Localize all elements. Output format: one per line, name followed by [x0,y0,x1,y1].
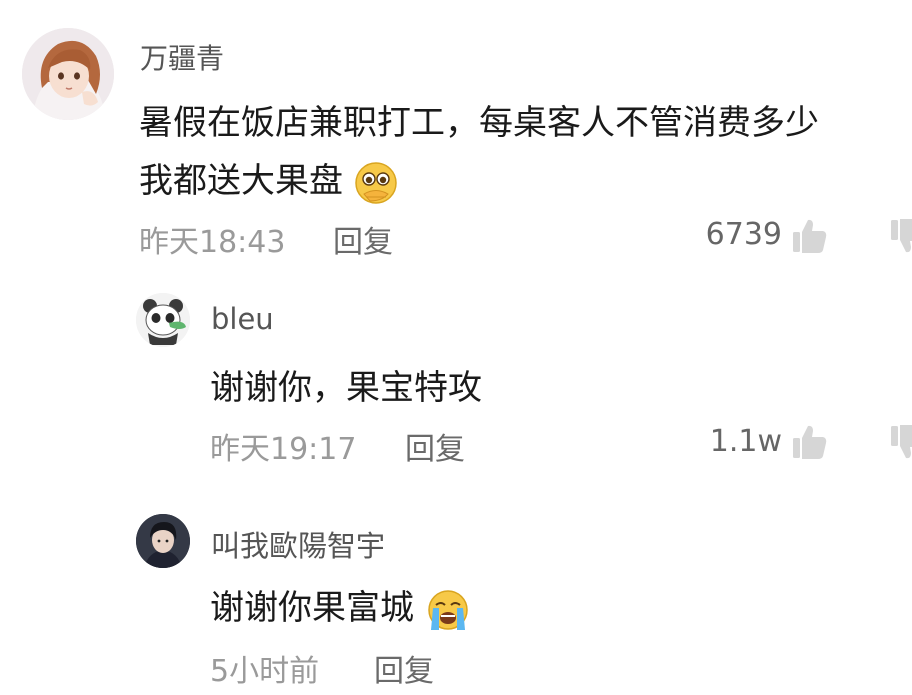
avatar[interactable] [136,514,190,568]
username[interactable]: 叫我歐陽智宇 [211,523,385,565]
comment-text: 谢谢你果富城 [210,588,414,628]
timestamp: 5小时前 [210,654,320,689]
reply-button[interactable]: 回复 [333,217,393,261]
timestamp: 昨天18:43 [139,225,286,260]
thumbs-down-icon[interactable] [888,216,912,256]
comment-text: 谢谢你，果宝特攻 [210,368,482,408]
thumbs-down-icon[interactable] [888,422,912,462]
loudly-crying-face-icon [428,589,468,630]
timestamp: 昨天19:17 [210,432,357,467]
like-count: 6739 [705,217,782,252]
thumbs-up-icon[interactable] [790,422,830,462]
reply-button[interactable]: 回复 [374,646,434,690]
character-avatar-icon [136,514,190,568]
comment-text-line-1: 暑假在饭店兼职打工，每桌客人不管消费多少 [139,103,819,143]
reply-button[interactable]: 回复 [405,424,465,468]
username[interactable]: 万疆青 [140,37,224,77]
like-count: 1.1w [709,424,782,459]
username[interactable]: bleu [211,302,274,336]
avatar[interactable] [136,293,190,347]
thumbs-up-icon[interactable] [790,216,830,256]
avatar[interactable] [22,28,114,120]
comment-text: 我都送大果盘 [139,161,343,201]
anime-avatar-icon [22,28,114,120]
pleading-face-icon [355,161,397,204]
panda-avatar-icon [136,293,190,347]
comment-text-line-2: 我都送大果盘 [139,153,398,205]
comment-text-row: 谢谢你果富城 [210,580,471,632]
